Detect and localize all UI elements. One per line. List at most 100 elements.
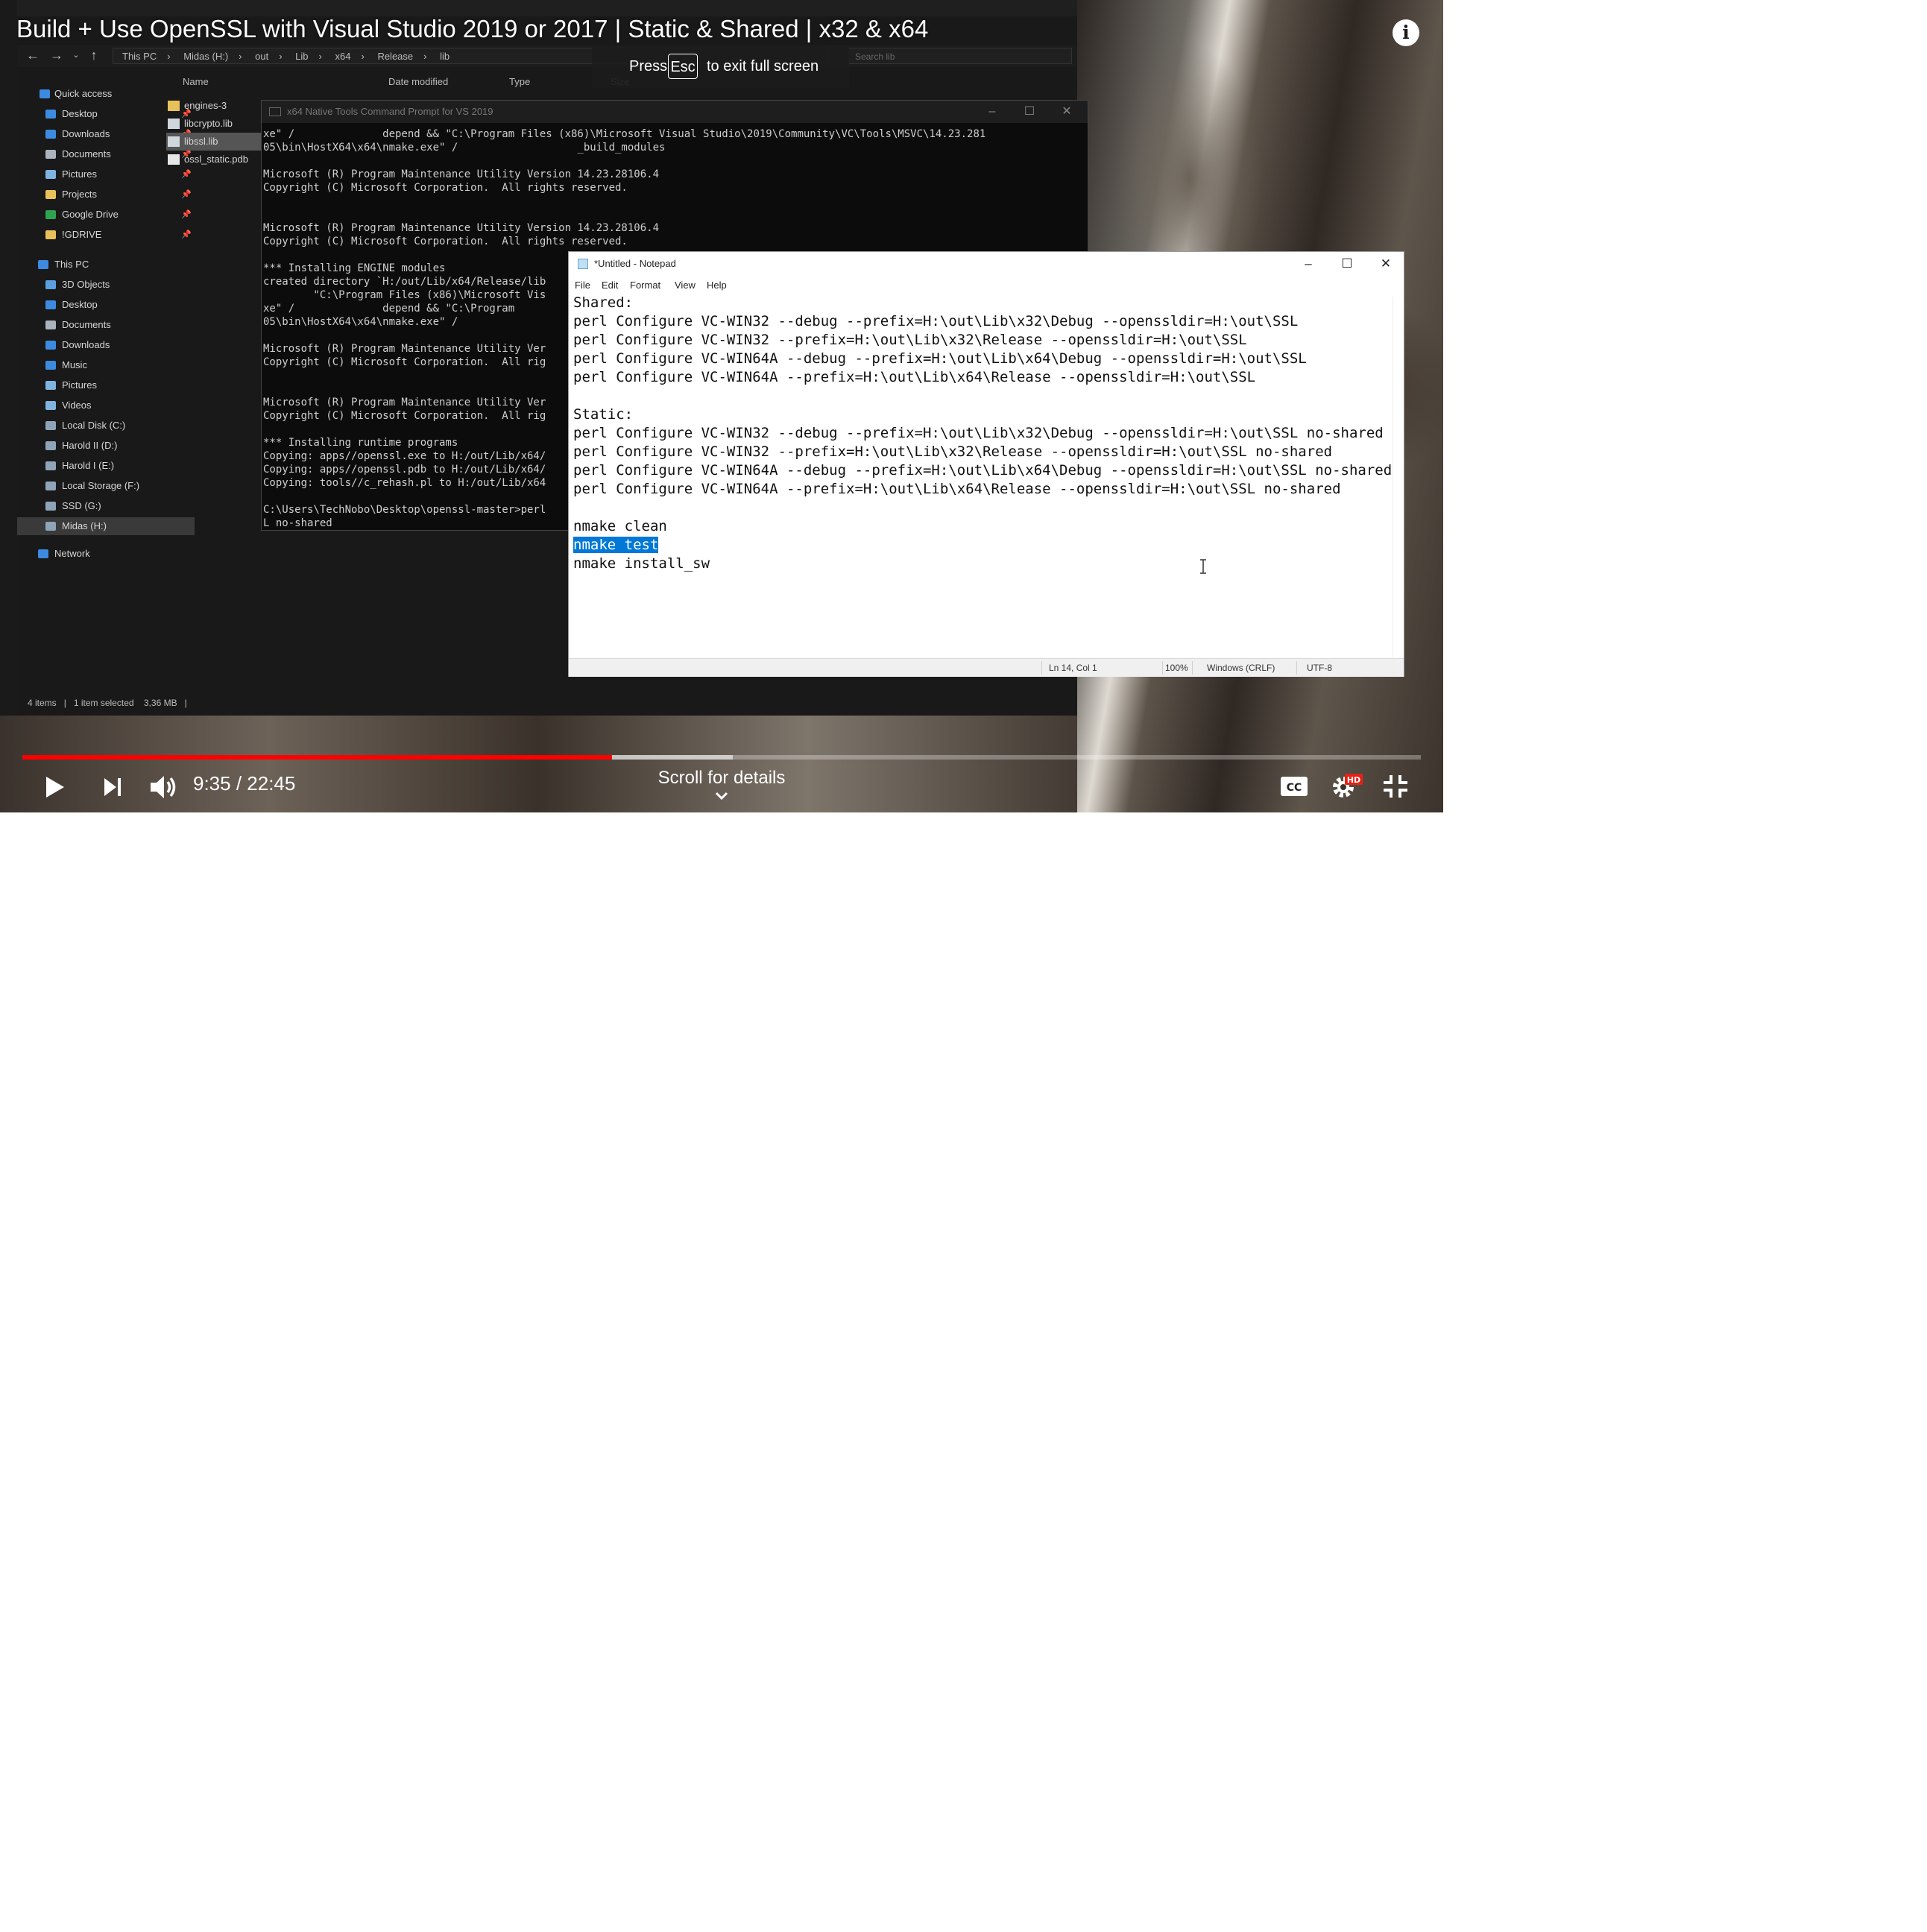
- nav-item-harold-i-e[interactable]: Harold I (E:): [17, 457, 195, 475]
- progress-played: [22, 755, 612, 760]
- nav-item-videos[interactable]: Videos: [17, 397, 195, 414]
- pin-icon: 📌: [181, 190, 192, 199]
- nav-item-gdrive[interactable]: !GDRIVE 📌: [17, 226, 195, 244]
- breadcrumb-segment[interactable]: This PC: [122, 51, 157, 62]
- recent-chevron-icon[interactable]: ⌄: [68, 46, 84, 64]
- documents-icon: [45, 321, 56, 329]
- svg-text:CC: CC: [1287, 782, 1302, 794]
- explorer-titlebar: [17, 0, 1077, 16]
- nav-item-quick-access[interactable]: Quick access: [17, 85, 187, 103]
- computer-icon: [38, 260, 48, 269]
- google-drive-icon: [45, 210, 56, 219]
- info-icon[interactable]: i: [1393, 19, 1419, 46]
- up-arrow-icon[interactable]: ↑: [86, 46, 102, 64]
- video-player[interactable]: ← → ⌄ ↑ This PC › Midas (H:) › out › Lib › x…: [0, 0, 1443, 812]
- notepad-text-lines: Shared: perl Configure VC-WIN32 --debug …: [573, 294, 1393, 534]
- hd-badge: HD: [1347, 775, 1360, 785]
- documents-icon: [45, 150, 56, 159]
- nav-item-midas-h[interactable]: Midas (H:): [17, 517, 195, 535]
- exit-fullscreen-icon[interactable]: [1381, 772, 1410, 801]
- nav-item-music[interactable]: Music: [17, 356, 195, 374]
- status-line-endings: Windows (CRLF): [1207, 663, 1275, 673]
- status-size: 3,36 MB: [143, 698, 177, 708]
- exit-fullscreen-notice: Press Esc to exit full screen: [592, 45, 849, 88]
- nav-item-ssd-g[interactable]: SSD (G:): [17, 497, 195, 515]
- close-icon[interactable]: ✕: [1048, 101, 1085, 123]
- minimize-icon[interactable]: –: [1289, 252, 1328, 276]
- maximize-icon[interactable]: ☐: [1011, 101, 1048, 123]
- video-title[interactable]: Build + Use OpenSSL with Visual Studio 2…: [16, 15, 1358, 43]
- breadcrumb-segment[interactable]: Release: [377, 51, 413, 62]
- next-icon[interactable]: [100, 774, 125, 800]
- maximize-icon[interactable]: ☐: [1328, 252, 1366, 276]
- minimize-icon[interactable]: –: [974, 101, 1011, 123]
- 3d-objects-icon: [45, 280, 56, 289]
- menu-format[interactable]: Format: [630, 277, 660, 294]
- menu-help[interactable]: Help: [707, 277, 727, 294]
- notepad-text-area[interactable]: Shared: perl Configure VC-WIN32 --debug …: [573, 294, 1392, 607]
- play-icon[interactable]: [39, 772, 69, 802]
- selected-text: nmake test: [573, 537, 659, 553]
- column-type[interactable]: Type: [509, 73, 530, 91]
- breadcrumb-segment[interactable]: out: [255, 51, 268, 62]
- folder-icon: [45, 230, 56, 239]
- esc-notice-prefix: Press: [629, 58, 668, 75]
- navigation-pane: Quick access Desktop 📌 Downloads 📌 Documen…: [17, 83, 195, 687]
- scroll-for-details[interactable]: Scroll for details: [647, 768, 796, 789]
- videos-icon: [45, 401, 56, 410]
- time-display: 9:35 / 22:45: [193, 772, 296, 795]
- cmd-title: x64 Native Tools Command Prompt for VS 2…: [287, 106, 493, 117]
- menu-view[interactable]: View: [675, 277, 696, 294]
- nav-item-desktop-pc[interactable]: Desktop: [17, 296, 195, 314]
- breadcrumb-segment[interactable]: Lib: [295, 51, 308, 62]
- esc-notice-suffix: to exit full screen: [707, 58, 819, 75]
- menu-file[interactable]: File: [575, 277, 590, 294]
- chevron-down-icon[interactable]: [712, 789, 731, 804]
- nav-item-documents-pc[interactable]: Documents: [17, 316, 195, 334]
- folder-icon: [168, 101, 180, 111]
- settings-gear-icon[interactable]: HD: [1328, 771, 1364, 802]
- notepad-titlebar: *Untitled - Notepad – ☐ ✕: [569, 252, 1404, 276]
- text-cursor-icon: [1200, 559, 1206, 574]
- explorer-status-bar: 4 items | 1 item selected 3,36 MB |: [28, 698, 187, 708]
- progress-bar[interactable]: [22, 755, 1421, 760]
- nav-item-google-drive[interactable]: Google Drive 📌: [17, 206, 195, 224]
- nav-item-projects[interactable]: Projects 📌: [17, 186, 195, 203]
- menu-edit[interactable]: Edit: [602, 277, 618, 294]
- cmd-titlebar: x64 Native Tools Command Prompt for VS 2…: [262, 101, 1088, 123]
- nav-item-downloads-pc[interactable]: Downloads: [17, 336, 195, 354]
- status-zoom: 100%: [1165, 663, 1188, 673]
- notepad-window: *Untitled - Notepad – ☐ ✕ File Edit Form…: [568, 251, 1404, 677]
- folder-icon: [45, 190, 56, 199]
- volume-icon[interactable]: [146, 771, 179, 804]
- column-date-modified[interactable]: Date modified: [388, 73, 448, 91]
- desktop-icon: [45, 300, 56, 309]
- star-icon: [40, 89, 50, 98]
- drive-icon: [45, 522, 56, 531]
- status-selected: 1 item selected: [73, 698, 134, 708]
- library-file-icon: [168, 136, 180, 147]
- back-arrow-icon[interactable]: ←: [25, 46, 41, 64]
- close-icon[interactable]: ✕: [1366, 252, 1405, 276]
- status-encoding: UTF-8: [1307, 663, 1332, 673]
- desktop-icon: [45, 110, 56, 119]
- nav-item-local-disk-c[interactable]: Local Disk (C:): [17, 417, 195, 435]
- nav-item-pictures-pc[interactable]: Pictures: [17, 376, 195, 394]
- cc-icon[interactable]: CC: [1279, 774, 1309, 798]
- nav-item-this-pc[interactable]: This PC: [17, 256, 187, 274]
- breadcrumb-segment[interactable]: x64: [335, 51, 351, 62]
- breadcrumb-segment[interactable]: lib: [440, 51, 450, 62]
- nav-item-3d-objects[interactable]: 3D Objects: [17, 276, 195, 294]
- search-input[interactable]: Search lib: [848, 48, 1072, 64]
- breadcrumb-segment[interactable]: Midas (H:): [183, 51, 228, 62]
- nav-item-harold-ii-d[interactable]: Harold II (D:): [17, 437, 195, 455]
- network-icon: [38, 549, 48, 558]
- drive-icon: [45, 502, 56, 511]
- nav-item-network[interactable]: Network: [17, 545, 187, 563]
- notepad-menubar: File Edit Format View Help: [569, 277, 1404, 294]
- nav-item-local-storage-f[interactable]: Local Storage (F:): [17, 477, 195, 495]
- column-name[interactable]: Name: [183, 73, 209, 91]
- vertical-scrollbar[interactable]: [1393, 297, 1402, 657]
- pictures-icon: [45, 170, 56, 179]
- forward-arrow-icon[interactable]: →: [48, 46, 65, 64]
